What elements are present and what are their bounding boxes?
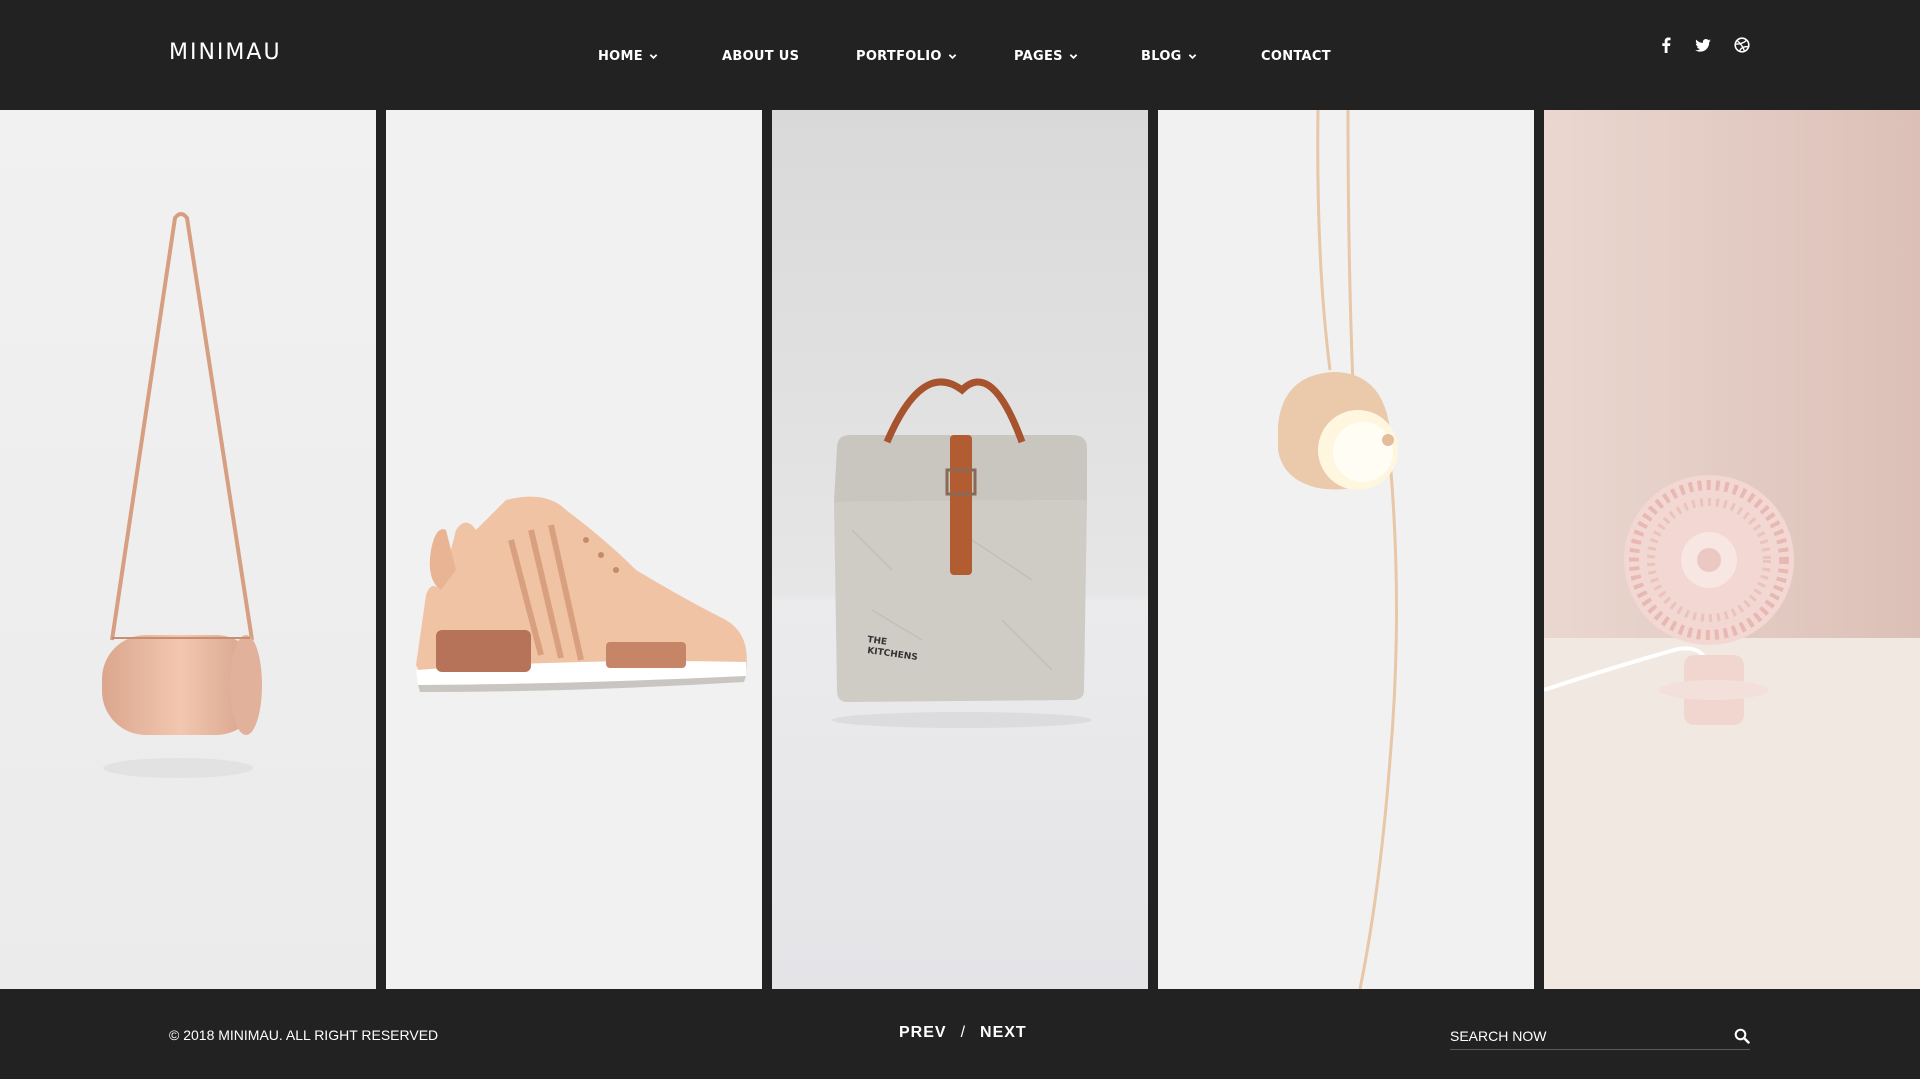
search-icon[interactable] <box>1734 1028 1750 1044</box>
product-gallery: THE KITCHENS <box>0 110 1920 989</box>
gallery-item-crossbody-bag[interactable] <box>0 110 376 989</box>
gallery-item-leather-sneaker[interactable] <box>386 110 762 989</box>
gallery-item-paper-lunch-bag[interactable]: THE KITCHENS <box>772 110 1148 989</box>
chevron-down-icon <box>1188 53 1196 59</box>
desk-fan-image <box>1544 110 1920 989</box>
footer: © 2018 MINIMAU. ALL RIGHT RESERVED PREV … <box>0 989 1920 1079</box>
header: MINIMAU HOME ABOUT US PORTFOLIO PAGES BL… <box>0 0 1920 110</box>
paper-lunch-bag-image: THE KITCHENS <box>772 110 1148 989</box>
pagination: PREV / NEXT <box>899 1024 1027 1042</box>
nav-item-label: CONTACT <box>1261 48 1331 64</box>
chevron-down-icon <box>649 53 658 59</box>
nav-item-contact[interactable]: CONTACT <box>1261 49 1331 64</box>
nav-item-label: PAGES <box>1014 48 1063 64</box>
pager-separator: / <box>960 1024 967 1041</box>
nav-item-pages[interactable]: PAGES <box>1014 49 1078 64</box>
nav-item-home[interactable]: HOME <box>598 49 658 64</box>
prev-button[interactable]: PREV <box>899 1024 947 1042</box>
dribbble-icon[interactable] <box>1733 36 1751 54</box>
twitter-icon[interactable] <box>1694 36 1712 54</box>
facebook-icon[interactable] <box>1657 36 1675 54</box>
crossbody-bag-image <box>0 110 376 989</box>
nav-item-portfolio[interactable]: PORTFOLIO <box>856 49 957 64</box>
leather-sneaker-image <box>386 110 762 989</box>
pendant-lamp-image <box>1158 110 1534 989</box>
chevron-down-icon <box>948 53 956 59</box>
nav-item-about-us[interactable]: ABOUT US <box>722 49 799 64</box>
nav-item-label: HOME <box>598 48 643 64</box>
search-box <box>1450 1022 1750 1050</box>
copyright-text: © 2018 MINIMAU. ALL RIGHT RESERVED <box>169 1027 439 1043</box>
nav-item-blog[interactable]: BLOG <box>1141 49 1197 64</box>
nav-item-label: ABOUT US <box>722 48 800 64</box>
search-input[interactable] <box>1450 1023 1720 1048</box>
nav-item-label: BLOG <box>1141 48 1182 64</box>
next-button[interactable]: NEXT <box>980 1024 1027 1042</box>
gallery-item-pendant-lamp[interactable] <box>1158 110 1534 989</box>
chevron-down-icon <box>1069 53 1078 59</box>
gallery-item-desk-fan[interactable] <box>1544 110 1920 989</box>
site-logo[interactable]: MINIMAU <box>169 40 282 65</box>
nav-item-label: PORTFOLIO <box>856 48 942 64</box>
